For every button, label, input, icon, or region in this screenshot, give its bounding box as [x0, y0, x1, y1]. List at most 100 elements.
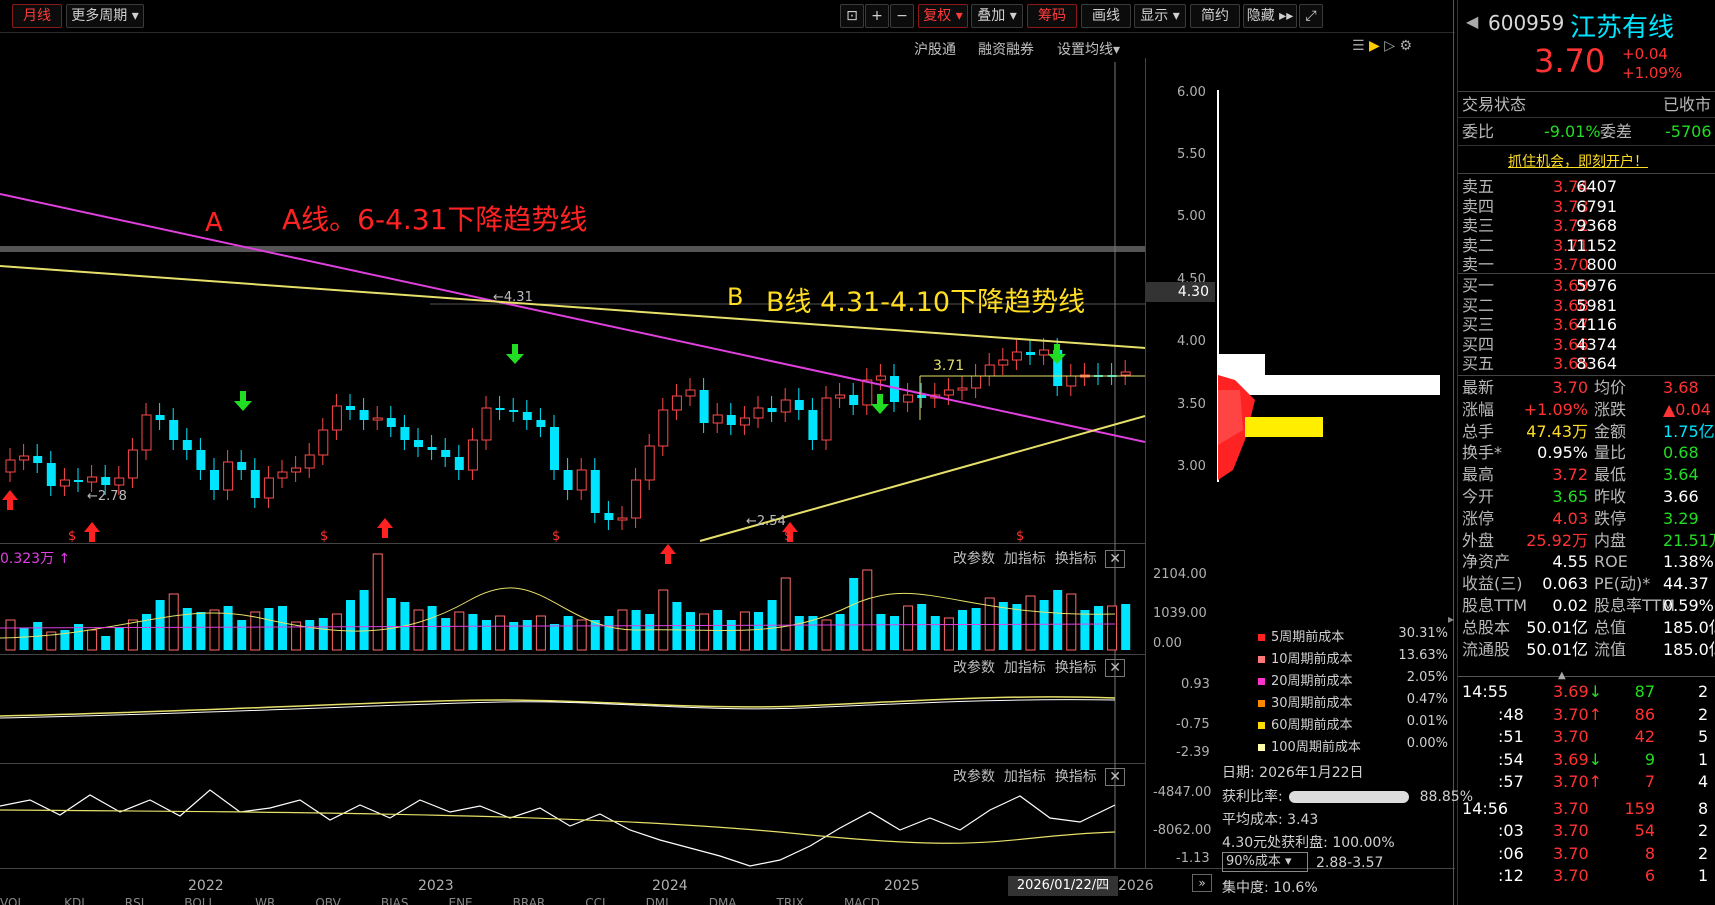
stat-value: 185.0亿	[1663, 639, 1715, 659]
candle	[835, 394, 846, 399]
expand-icon[interactable]: ▲	[1558, 670, 1566, 681]
volume-bar	[87, 629, 98, 651]
tick-count: 2	[1698, 704, 1709, 724]
book-level-label: 卖三	[1462, 216, 1495, 235]
candle	[862, 379, 873, 406]
volume-bar	[890, 616, 899, 650]
switch-indicator-button[interactable]: 换指标	[1055, 660, 1097, 676]
panel3-tools: 改参数 加指标 换指标 ✕	[953, 766, 1125, 786]
sell-signal-icon	[1048, 344, 1066, 364]
tick-time: :54	[1498, 749, 1524, 769]
stat-label: 总股本	[1462, 617, 1511, 637]
candle	[318, 429, 329, 456]
add-indicator-button[interactable]: 加指标	[1004, 660, 1046, 676]
tick-time: 14:56	[1462, 798, 1509, 818]
indicator-tab[interactable]: CCI	[585, 896, 605, 905]
volume-bar	[917, 604, 927, 650]
indicator-tab[interactable]: DMI	[646, 896, 669, 905]
modify-params-button[interactable]: 改参数	[953, 769, 995, 785]
price-tick: 5.50	[1177, 147, 1206, 162]
candle	[794, 400, 804, 410]
tick-volume: 159	[1624, 798, 1655, 818]
tick-count: 1	[1698, 749, 1709, 769]
indicator-tab[interactable]: ENE	[448, 896, 472, 905]
cost-select[interactable]: 90%成本 ▾	[1222, 852, 1308, 872]
indicator-tab[interactable]: BOLL	[184, 896, 215, 905]
chip-avg-cost: 平均成本: 3.43	[1222, 812, 1319, 828]
book-level-volume: 5976	[1576, 276, 1617, 295]
tick-price: 3.70	[1553, 727, 1589, 746]
scroll-right-icon[interactable]: »	[1192, 874, 1212, 892]
indicator-tab[interactable]: TRIX	[777, 896, 804, 905]
tick-volume: 7	[1644, 772, 1655, 791]
candle	[250, 470, 260, 498]
bottom-tabs: VOL KDJ RSI BOLL WR OBV BIAS ENE BRAR CCI DMI DMA TR…	[0, 896, 1215, 905]
book-level-volume: 6407	[1576, 177, 1617, 196]
switch-indicator-button[interactable]: 换指标	[1055, 551, 1097, 567]
legend-swatch	[1258, 634, 1265, 641]
candle	[141, 414, 152, 451]
indicator-tab[interactable]: BIAS	[381, 896, 409, 905]
profit-ratio-bar	[1289, 791, 1410, 803]
close-icon[interactable]: ✕	[1105, 768, 1125, 786]
candle	[237, 462, 247, 470]
volume-value: 0.323万	[0, 551, 55, 567]
promo-link[interactable]: 抓住机会，即刻开户！	[1508, 151, 1648, 171]
stat-value: 1.38%	[1663, 552, 1714, 572]
book-level-volume: 9368	[1576, 216, 1617, 235]
cost-range: 2.88-3.57	[1316, 855, 1384, 871]
indicator-tab[interactable]: OBV	[315, 896, 341, 905]
price-tick: 3.00	[1177, 459, 1206, 474]
stat-label: 收益(三)	[1462, 574, 1523, 594]
prev-stock-icon[interactable]: ◀	[1466, 12, 1478, 31]
price-tick: 4.00	[1177, 334, 1206, 349]
indicator-tab[interactable]: MACD	[844, 896, 880, 905]
switch-indicator-button[interactable]: 换指标	[1055, 769, 1097, 785]
stat-value: 50.01亿	[1526, 617, 1588, 637]
volume-bar	[1066, 593, 1077, 651]
candle	[590, 470, 600, 513]
volume-bar	[645, 614, 655, 650]
quote-panel-toggle-icon[interactable]: ▸	[1448, 612, 1454, 626]
indicator-tab[interactable]: VOL	[0, 896, 24, 905]
stat-label: 外盘	[1462, 530, 1495, 550]
stat-value: 0.063	[1542, 574, 1588, 594]
volume-bar	[359, 590, 369, 650]
volume-bar	[372, 553, 383, 651]
indicator2-ma-line	[0, 809, 1116, 844]
stat-value: 0.59%	[1663, 596, 1714, 615]
volume-bar	[563, 616, 573, 650]
add-indicator-button[interactable]: 加指标	[1004, 769, 1046, 785]
candle	[454, 457, 464, 470]
buy-signal-icon	[2, 490, 18, 510]
indicator-tab[interactable]: BRAR	[513, 896, 546, 905]
candle	[291, 467, 302, 473]
book-level-price[interactable]: 3.70	[1553, 255, 1589, 275]
indicator-tab[interactable]: KDJ	[64, 896, 85, 905]
close-icon[interactable]: ✕	[1105, 659, 1125, 677]
volume-bar	[264, 608, 274, 650]
volume-tick: 2104.00	[1153, 567, 1207, 582]
stat-value: 3.72	[1552, 465, 1588, 485]
indicator-tab[interactable]: DMA	[709, 896, 737, 905]
modify-params-button[interactable]: 改参数	[953, 660, 995, 676]
volume-bar	[1025, 595, 1036, 651]
indicator-tab[interactable]: RSI	[125, 896, 145, 905]
stat-label: 内盘	[1594, 530, 1627, 550]
add-indicator-button[interactable]: 加指标	[1004, 551, 1046, 567]
indicator-tab[interactable]: WR	[255, 896, 275, 905]
volume-bar	[943, 617, 954, 651]
modify-params-button[interactable]: 改参数	[953, 551, 995, 567]
candle	[767, 408, 777, 412]
candle	[998, 359, 1009, 366]
chip-legend-item: 100周期前成本 0.00%	[1258, 736, 1448, 755]
volume-bar	[331, 613, 342, 651]
candle	[127, 449, 138, 479]
x-year-label: 2023	[418, 878, 454, 894]
close-icon[interactable]: ✕	[1105, 550, 1125, 568]
volume-bar	[658, 589, 669, 651]
chip-legend-item: 20周期前成本 2.05%	[1258, 670, 1448, 689]
stat-value: 21.51万	[1663, 530, 1715, 550]
candle	[46, 463, 56, 486]
candle	[495, 408, 505, 410]
